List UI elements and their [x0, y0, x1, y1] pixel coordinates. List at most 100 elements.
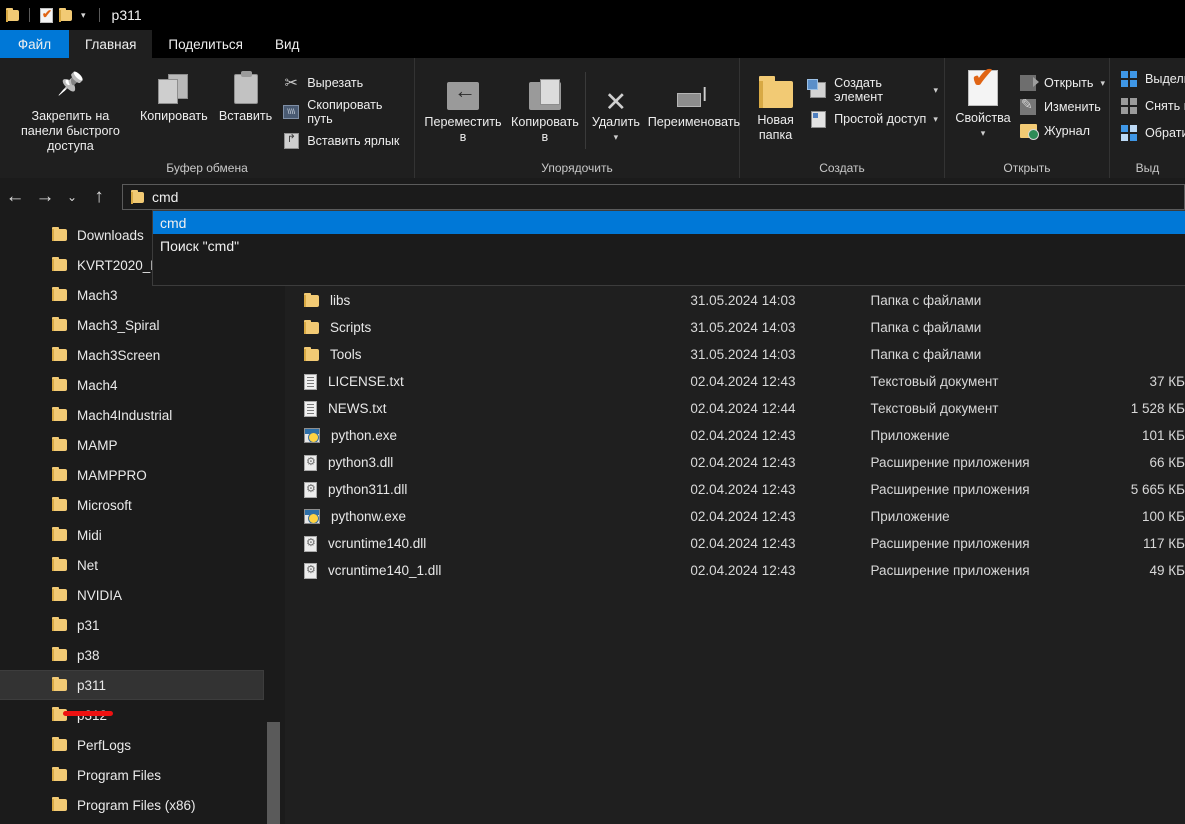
- folder-icon[interactable]: [6, 7, 19, 22]
- folder-icon: [304, 319, 319, 334]
- copy-path-button[interactable]: \\\\ Скопировать путь: [282, 98, 408, 126]
- tab-view[interactable]: Вид: [259, 30, 315, 58]
- new-folder-icon[interactable]: [59, 7, 72, 22]
- sidebar-item-perflogs[interactable]: PerfLogs: [0, 730, 285, 760]
- file-name-label: libs: [330, 293, 351, 308]
- paste-shortcut-button[interactable]: Вставить ярлык: [282, 132, 408, 150]
- properties-button[interactable]: Свойства ▾: [951, 68, 1015, 145]
- invert-selection-button[interactable]: Обрати: [1120, 124, 1185, 142]
- select-all-icon: [1120, 70, 1138, 88]
- copy-label: Копировать: [139, 109, 208, 123]
- delete-button[interactable]: Удалить ▾: [584, 72, 646, 149]
- table-row[interactable]: python.exe 02.04.2024 12:43 Приложение 1…: [285, 422, 1185, 449]
- sidebar-item-mach4[interactable]: Mach4: [0, 370, 285, 400]
- dll-icon: [304, 562, 317, 579]
- cut-button[interactable]: Вырезать: [282, 74, 408, 92]
- file-name-label: vcruntime140_1.dll: [328, 563, 442, 578]
- select-all-button[interactable]: Выдели: [1120, 70, 1185, 88]
- table-row[interactable]: Scripts 31.05.2024 14:03 Папка с файлами: [285, 314, 1185, 341]
- table-row[interactable]: python3.dll 02.04.2024 12:43 Расширение …: [285, 449, 1185, 476]
- copy-to-button[interactable]: Копировать в: [505, 72, 585, 149]
- sidebar-item-p312[interactable]: p312: [0, 700, 285, 730]
- table-row[interactable]: Tools 31.05.2024 14:03 Папка с файлами: [285, 341, 1185, 368]
- file-size-cell: 49 КБ: [1149, 563, 1185, 578]
- back-button[interactable]: ←: [0, 182, 30, 212]
- table-row[interactable]: pythonw.exe 02.04.2024 12:43 Приложение …: [285, 503, 1185, 530]
- tab-share[interactable]: Поделиться: [152, 30, 259, 58]
- open-button[interactable]: Открыть ▾: [1019, 74, 1105, 92]
- sidebar-item-program-files[interactable]: Program Files: [0, 760, 285, 790]
- window-title: p311: [111, 7, 142, 23]
- sidebar-item-nvidia[interactable]: NVIDIA: [0, 580, 285, 610]
- up-button[interactable]: ↑: [84, 182, 114, 212]
- chevron-down-icon-2[interactable]: ▾: [933, 114, 938, 125]
- pin-to-quick-access-button[interactable]: Закрепить на панели быстрого доступа: [6, 66, 135, 158]
- sidebar-item-program-files-x86[interactable]: Program Files (x86): [0, 790, 285, 820]
- paste-button[interactable]: Вставить: [213, 66, 278, 128]
- folder-icon: [52, 347, 67, 361]
- file-size-cell: 117 КБ: [1143, 536, 1185, 551]
- table-row[interactable]: python311.dll 02.04.2024 12:43 Расширени…: [285, 476, 1185, 503]
- copy-button[interactable]: Копировать: [135, 66, 213, 128]
- file-size-cell: 101 КБ: [1142, 428, 1185, 443]
- file-name-label: vcruntime140.dll: [328, 536, 427, 551]
- chevron-down-icon[interactable]: ▾: [614, 130, 619, 145]
- cut-label: Вырезать: [307, 76, 364, 90]
- tab-home[interactable]: Главная: [69, 30, 153, 58]
- table-row[interactable]: libs 31.05.2024 14:03 Папка с файлами: [285, 287, 1185, 314]
- open-label: Открыть: [1044, 76, 1094, 90]
- easy-access-button[interactable]: Простой доступ ▾: [809, 110, 938, 128]
- delete-icon: [605, 76, 628, 110]
- rename-button[interactable]: Переименовать: [646, 72, 742, 134]
- deselect-all-button[interactable]: Снять в: [1120, 97, 1185, 115]
- sidebar-item-mach3-spiral[interactable]: Mach3_Spiral: [0, 310, 285, 340]
- paste-shortcut-icon: [282, 132, 300, 150]
- edit-button[interactable]: Изменить: [1019, 96, 1105, 116]
- table-row[interactable]: LICENSE.txt 02.04.2024 12:43 Текстовый д…: [285, 368, 1185, 395]
- navigation-pane-scroll-thumb[interactable]: [267, 722, 280, 824]
- history-button[interactable]: Журнал: [1019, 122, 1105, 140]
- sidebar-item-net[interactable]: Net: [0, 550, 285, 580]
- new-item-button[interactable]: Создать элемент ▾: [807, 76, 938, 104]
- sidebar-item-label: Mach3: [77, 287, 118, 303]
- file-name-label: LICENSE.txt: [328, 374, 404, 389]
- sidebar-item-label: p311: [77, 677, 107, 693]
- move-to-button[interactable]: Переместить в: [421, 72, 505, 149]
- group-label-new: Создать: [819, 161, 865, 175]
- chevron-down-icon[interactable]: ▾: [981, 126, 986, 141]
- chevron-down-icon[interactable]: ▾: [1100, 78, 1105, 89]
- forward-button[interactable]: →: [30, 182, 60, 212]
- suggestion-item-cmd[interactable]: cmd: [153, 211, 1185, 234]
- file-list-pane[interactable]: DLLs 31.05.2024 14:03 Папка с файлами in…: [285, 216, 1185, 824]
- file-type-cell: Папка с файлами: [870, 347, 982, 362]
- copy-to-label: Копировать в: [511, 115, 579, 144]
- sidebar-item-microsoft[interactable]: Microsoft: [0, 490, 285, 520]
- pin-icon: [57, 70, 83, 104]
- address-bar[interactable]: cmd: [122, 184, 1185, 210]
- recent-locations-button[interactable]: ⌄: [60, 182, 84, 212]
- suggestion-item-search[interactable]: Поиск "cmd": [153, 234, 1185, 257]
- navigation-pane[interactable]: Downloads KVRT2020_Da Mach3 Mach3_Spiral…: [0, 216, 285, 824]
- new-folder-button[interactable]: Новая папка: [746, 70, 805, 147]
- table-row[interactable]: NEWS.txt 02.04.2024 12:44 Текстовый доку…: [285, 395, 1185, 422]
- sidebar-item-mach4industrial[interactable]: Mach4Industrial: [0, 400, 285, 430]
- chevron-down-icon[interactable]: ▾: [78, 10, 89, 20]
- file-date-cell: 02.04.2024 12:43: [690, 374, 796, 389]
- sidebar-item-mamppro[interactable]: MAMPPRO: [0, 460, 285, 490]
- sidebar-item-p31[interactable]: p31: [0, 610, 285, 640]
- invert-selection-icon: [1120, 124, 1138, 142]
- file-type-cell: Расширение приложения: [870, 563, 1030, 578]
- properties-icon[interactable]: [40, 7, 53, 23]
- ribbon-group-new: Новая папка Создать элемент ▾ Простой до…: [740, 58, 945, 178]
- sidebar-item-midi[interactable]: Midi: [0, 520, 285, 550]
- table-row[interactable]: vcruntime140_1.dll 02.04.2024 12:43 Расш…: [285, 557, 1185, 584]
- sidebar-item-mach3screen[interactable]: Mach3Screen: [0, 340, 285, 370]
- sidebar-item-p311[interactable]: p311: [0, 670, 264, 700]
- chevron-down-icon[interactable]: ▾: [933, 85, 938, 96]
- sidebar-item-mamp[interactable]: MAMP: [0, 430, 285, 460]
- new-folder-label: Новая папка: [757, 113, 794, 142]
- address-input[interactable]: cmd: [152, 189, 178, 205]
- table-row[interactable]: vcruntime140.dll 02.04.2024 12:43 Расшир…: [285, 530, 1185, 557]
- tab-file[interactable]: Файл: [0, 30, 69, 58]
- sidebar-item-p38[interactable]: p38: [0, 640, 285, 670]
